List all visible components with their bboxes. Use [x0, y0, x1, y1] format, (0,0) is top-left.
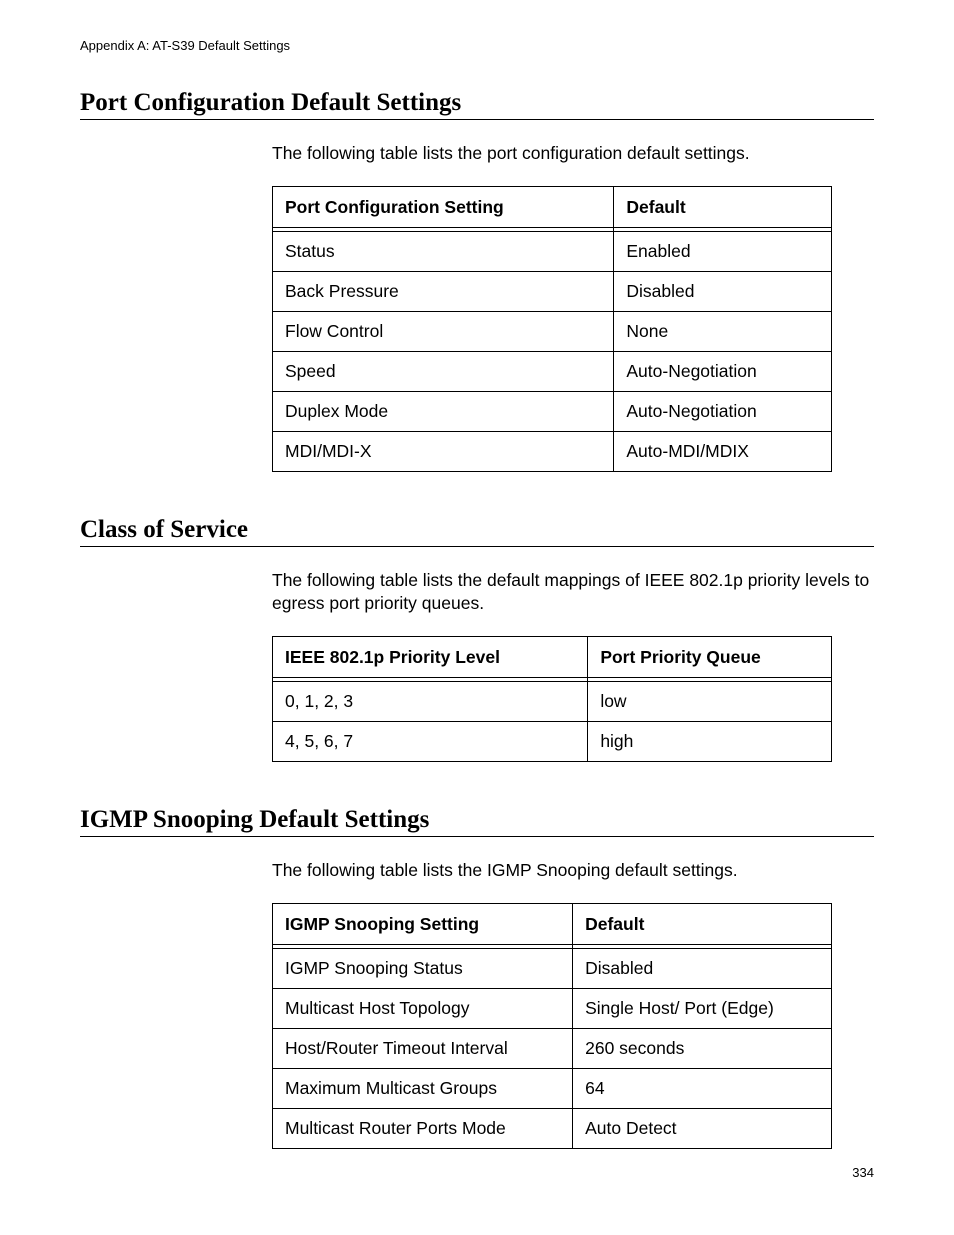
- table-header-row: IGMP Snooping Setting Default: [273, 903, 832, 948]
- table-row: Multicast Router Ports ModeAuto Detect: [273, 1108, 832, 1148]
- table-cell: None: [614, 311, 832, 351]
- table-cell: Duplex Mode: [273, 391, 614, 431]
- table-cell: IGMP Snooping Status: [273, 948, 573, 988]
- table-cell: high: [588, 721, 832, 761]
- table-cell: Disabled: [573, 948, 832, 988]
- intro-text: The following table lists the IGMP Snoop…: [272, 859, 874, 883]
- running-head: Appendix A: AT-S39 Default Settings: [80, 38, 874, 53]
- table-cell: 0, 1, 2, 3: [273, 681, 588, 721]
- table-row: SpeedAuto-Negotiation: [273, 351, 832, 391]
- class-of-service-table: IEEE 802.1p Priority Level Port Priority…: [272, 636, 832, 762]
- table-cell: Status: [273, 231, 614, 271]
- table-header: Port Configuration Setting: [273, 186, 614, 231]
- table-cell: 260 seconds: [573, 1028, 832, 1068]
- table-row: Duplex ModeAuto-Negotiation: [273, 391, 832, 431]
- table-row: Maximum Multicast Groups64: [273, 1068, 832, 1108]
- table-cell: Multicast Host Topology: [273, 988, 573, 1028]
- table-cell: Enabled: [614, 231, 832, 271]
- table-row: IGMP Snooping StatusDisabled: [273, 948, 832, 988]
- table-cell: Auto-MDI/MDIX: [614, 431, 832, 471]
- table-header: Port Priority Queue: [588, 636, 832, 681]
- table-row: Back PressureDisabled: [273, 271, 832, 311]
- table-cell: Multicast Router Ports Mode: [273, 1108, 573, 1148]
- table-row: StatusEnabled: [273, 231, 832, 271]
- intro-text: The following table lists the port confi…: [272, 142, 874, 166]
- section-body: The following table lists the IGMP Snoop…: [272, 859, 874, 1149]
- table-cell: Auto-Negotiation: [614, 351, 832, 391]
- table-cell: Auto Detect: [573, 1108, 832, 1148]
- table-row: Flow ControlNone: [273, 311, 832, 351]
- table-cell: low: [588, 681, 832, 721]
- table-header: Default: [614, 186, 832, 231]
- table-cell: Maximum Multicast Groups: [273, 1068, 573, 1108]
- table-cell: Flow Control: [273, 311, 614, 351]
- table-header-row: IEEE 802.1p Priority Level Port Priority…: [273, 636, 832, 681]
- section-port-configuration: Port Configuration Default Settings The …: [80, 89, 874, 472]
- table-row: 0, 1, 2, 3low: [273, 681, 832, 721]
- table-row: 4, 5, 6, 7high: [273, 721, 832, 761]
- section-igmp-snooping: IGMP Snooping Default Settings The follo…: [80, 806, 874, 1149]
- table-cell: Host/Router Timeout Interval: [273, 1028, 573, 1068]
- section-body: The following table lists the port confi…: [272, 142, 874, 472]
- page: Appendix A: AT-S39 Default Settings Port…: [0, 0, 954, 1235]
- page-number: 334: [852, 1165, 874, 1180]
- table-cell: MDI/MDI-X: [273, 431, 614, 471]
- section-heading: IGMP Snooping Default Settings: [80, 806, 874, 837]
- igmp-snooping-table: IGMP Snooping Setting Default IGMP Snoop…: [272, 903, 832, 1149]
- intro-text: The following table lists the default ma…: [272, 569, 874, 616]
- table-header: IGMP Snooping Setting: [273, 903, 573, 948]
- port-configuration-table: Port Configuration Setting Default Statu…: [272, 186, 832, 472]
- table-header-row: Port Configuration Setting Default: [273, 186, 832, 231]
- table-cell: Auto-Negotiation: [614, 391, 832, 431]
- section-body: The following table lists the default ma…: [272, 569, 874, 762]
- table-cell: Speed: [273, 351, 614, 391]
- table-cell: Single Host/ Port (Edge): [573, 988, 832, 1028]
- table-cell: Disabled: [614, 271, 832, 311]
- table-header: IEEE 802.1p Priority Level: [273, 636, 588, 681]
- table-row: Host/Router Timeout Interval260 seconds: [273, 1028, 832, 1068]
- table-cell: Back Pressure: [273, 271, 614, 311]
- section-heading: Class of Service: [80, 516, 874, 547]
- section-heading: Port Configuration Default Settings: [80, 89, 874, 120]
- table-cell: 64: [573, 1068, 832, 1108]
- table-header: Default: [573, 903, 832, 948]
- table-row: MDI/MDI-XAuto-MDI/MDIX: [273, 431, 832, 471]
- table-row: Multicast Host TopologySingle Host/ Port…: [273, 988, 832, 1028]
- section-class-of-service: Class of Service The following table lis…: [80, 516, 874, 762]
- table-cell: 4, 5, 6, 7: [273, 721, 588, 761]
